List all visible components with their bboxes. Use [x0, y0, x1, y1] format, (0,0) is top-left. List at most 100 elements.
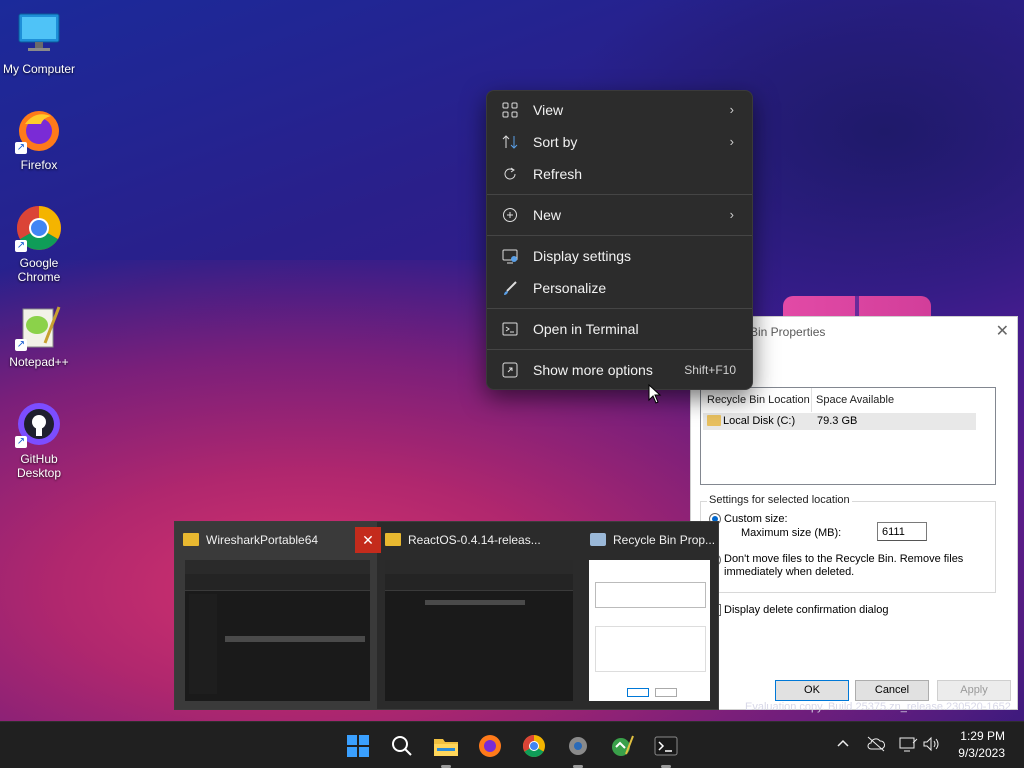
column-divider [811, 388, 812, 412]
menu-item-label: New [533, 207, 562, 223]
terminal-icon [501, 320, 519, 338]
sort-icon [501, 133, 519, 151]
menu-item-label: Sort by [533, 134, 578, 150]
menu-item-open-terminal[interactable]: Open in Terminal [491, 314, 748, 344]
column-header-space[interactable]: Space Available [816, 394, 894, 406]
window-preview [185, 560, 370, 701]
cloud-offline-icon[interactable] [866, 736, 886, 755]
thumbnail-title: ReactOS-0.4.14-releas... [408, 533, 541, 547]
notepadpp-icon [612, 735, 634, 756]
desktop-icon-label: My Computer [2, 62, 76, 76]
volume-icon[interactable] [922, 736, 942, 755]
chrome-icon: ↗ [15, 204, 63, 252]
dont-move-label-line2: immediately when deleted. [724, 566, 855, 578]
chevron-right-icon: › [729, 207, 734, 222]
terminal-icon [654, 736, 678, 756]
menu-separator [487, 235, 752, 236]
thumbnail-recycle-bin[interactable]: Recycle Bin Prop... [582, 522, 718, 709]
chevron-right-icon: › [729, 134, 734, 149]
settings-taskbar-button[interactable] [560, 728, 596, 768]
menu-item-label: Refresh [533, 166, 583, 182]
chrome-taskbar-button[interactable] [516, 728, 552, 764]
clock-date: 9/3/2023 [958, 746, 1005, 760]
recycle-bin-icon [590, 533, 606, 546]
desktop-icon-label: Notepad++ [9, 355, 69, 369]
firefox-icon [479, 735, 501, 757]
notepadpp-icon: ↗ [15, 303, 63, 351]
folder-icon [434, 739, 458, 756]
shortcut-arrow-icon: ↗ [15, 436, 27, 448]
expand-icon [501, 361, 519, 379]
system-clock[interactable]: 1:29 PM 9/3/2023 [958, 728, 1005, 762]
monitor-icon [15, 10, 63, 58]
windows-logo-icon [347, 735, 369, 757]
dont-move-label: Don't move files to the Recycle Bin. Rem… [724, 553, 964, 565]
list-item[interactable]: Local Disk (C:) 79.3 GB [703, 413, 976, 430]
column-header-location[interactable]: Recycle Bin Location [707, 394, 810, 406]
desktop-icon-my-computer[interactable]: My Computer [1, 10, 77, 76]
menu-item-show-more-options[interactable]: Show more options Shift+F10 [491, 355, 748, 385]
max-size-field[interactable]: 6111 [877, 522, 927, 541]
brush-icon [501, 279, 519, 297]
shortcut-arrow-icon: ↗ [15, 240, 27, 252]
start-button[interactable] [340, 728, 376, 764]
desktop-icon-label: GitHub Desktop [16, 452, 62, 480]
display-icon [501, 247, 519, 265]
cancel-button[interactable]: Cancel [855, 680, 929, 701]
github-icon: ↗ [15, 400, 63, 448]
desktop-icon-github[interactable]: ↗ GitHub Desktop [1, 400, 77, 480]
grid-icon [501, 101, 519, 119]
desktop-icon-chrome[interactable]: ↗ Google Chrome [1, 204, 77, 284]
space-cell: 79.3 GB [817, 415, 858, 427]
plus-circle-icon [501, 206, 519, 224]
desktop-icon-label: Firefox [20, 158, 58, 172]
thumbnail-reactos[interactable]: ReactOS-0.4.14-releas... [377, 522, 582, 709]
desktop-icon-notepadpp[interactable]: ↗ Notepad++ [1, 303, 77, 369]
desktop-icon-label: Google Chrome [17, 256, 61, 284]
menu-item-display-settings[interactable]: Display settings [491, 241, 748, 271]
max-size-label: Maximum size (MB): [741, 527, 842, 539]
dialog-title: Bin Properties [750, 325, 826, 339]
group-title: Settings for selected location [707, 494, 852, 506]
firefox-icon: ↗ [15, 106, 63, 154]
thumbnail-title: Recycle Bin Prop... [613, 533, 716, 547]
confirm-label: Display delete confirmation dialog [724, 604, 889, 616]
firefox-taskbar-button[interactable] [472, 728, 508, 764]
menu-separator [487, 349, 752, 350]
terminal-taskbar-button[interactable] [648, 728, 684, 768]
taskbar-thumbnail-popup: WiresharkPortable64 ✕ ReactOS-0.4.14-rel… [174, 521, 719, 710]
menu-item-label: Display settings [533, 248, 632, 264]
clock-time: 1:29 PM [960, 729, 1005, 743]
refresh-icon [501, 165, 519, 183]
file-explorer-button[interactable] [428, 728, 464, 768]
menu-item-refresh[interactable]: Refresh [491, 159, 748, 189]
search-icon [392, 736, 412, 756]
menu-item-label: Open in Terminal [533, 321, 639, 337]
close-icon[interactable]: ✕ [996, 321, 1009, 341]
menu-separator [487, 194, 752, 195]
menu-item-sort-by[interactable]: Sort by › [491, 127, 748, 157]
notepadpp-taskbar-button[interactable] [604, 728, 640, 764]
window-preview [589, 560, 710, 701]
location-cell: Local Disk (C:) [723, 415, 796, 427]
menu-item-personalize[interactable]: Personalize [491, 273, 748, 303]
window-preview [385, 560, 573, 701]
search-button[interactable] [384, 728, 420, 764]
location-list[interactable]: Recycle Bin Location Space Available Loc… [700, 387, 996, 485]
menu-item-label: Personalize [533, 280, 607, 296]
folder-icon [183, 533, 199, 546]
thumbnail-wireshark[interactable]: WiresharkPortable64 ✕ [175, 522, 381, 709]
apply-button[interactable]: Apply [937, 680, 1011, 701]
desktop-icon-firefox[interactable]: ↗ Firefox [1, 106, 77, 172]
menu-item-view[interactable]: View › [491, 95, 748, 125]
folder-icon [707, 415, 721, 426]
chevron-up-icon[interactable] [836, 736, 850, 753]
evaluation-watermark: Evaluation copy. Build 25375.zn_release.… [745, 701, 1011, 713]
gear-icon [569, 737, 587, 755]
taskbar: 1:29 PM 9/3/2023 [0, 721, 1024, 768]
network-icon[interactable] [898, 736, 918, 755]
menu-separator [487, 308, 752, 309]
menu-item-new[interactable]: New › [491, 200, 748, 230]
ok-button[interactable]: OK [775, 680, 849, 701]
chevron-right-icon: › [729, 102, 734, 117]
